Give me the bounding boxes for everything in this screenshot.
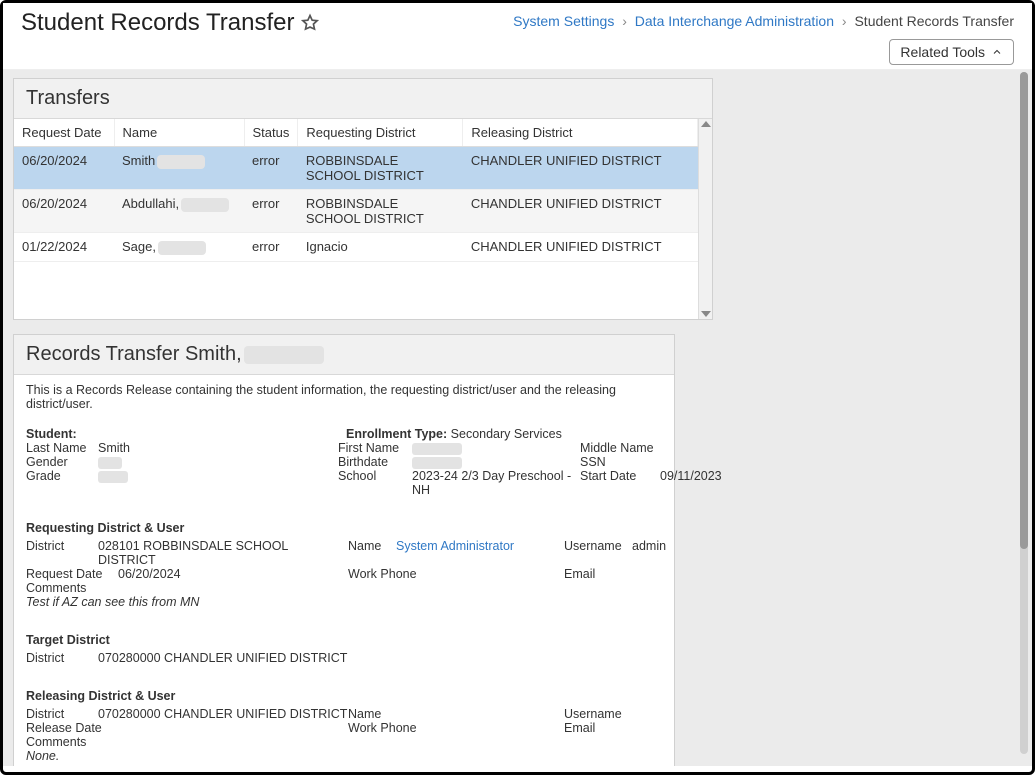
req-phone-label: Work Phone	[348, 567, 428, 581]
cell-requesting: Ignacio	[298, 233, 463, 262]
cell-date: 01/22/2024	[14, 233, 114, 262]
student-heading: Student:	[26, 427, 77, 441]
transfers-heading: Transfers	[14, 79, 712, 119]
req-date-label: Request Date	[26, 567, 118, 581]
cell-date: 06/20/2024	[14, 190, 114, 233]
cell-name: Abdullahi,	[114, 190, 244, 233]
req-username-label: Username	[564, 539, 632, 553]
last-name-label: Last Name	[26, 441, 98, 455]
requesting-section: Requesting District & User District 0281…	[14, 511, 674, 623]
breadcrumb: System Settings › Data Interchange Admin…	[513, 9, 1014, 29]
rel-email-label: Email	[564, 721, 632, 735]
table-row[interactable]: 06/20/2024 Abdullahi, error ROBBINSDALE …	[14, 190, 698, 233]
req-comments-value: Test if AZ can see this from MN	[26, 595, 662, 609]
rel-comments-label: Comments	[26, 735, 662, 749]
start-date-label: Start Date	[580, 469, 660, 483]
breadcrumb-current: Student Records Transfer	[854, 13, 1014, 29]
req-name-label: Name	[348, 539, 396, 553]
records-transfer-detail-panel: Records Transfer Smith, This is a Record…	[13, 334, 675, 766]
chevron-right-icon: ›	[622, 13, 627, 29]
birthdate-label: Birthdate	[338, 455, 412, 469]
rel-date-label: Release Date	[26, 721, 118, 735]
col-requesting-district[interactable]: Requesting District	[298, 119, 463, 147]
rel-district-value: 070280000 CHANDLER UNIFIED DISTRICT	[98, 707, 348, 721]
favorite-star-icon[interactable]	[300, 13, 320, 33]
cell-requesting: ROBBINSDALE SCHOOL DISTRICT	[298, 147, 463, 190]
scroll-up-icon[interactable]	[701, 121, 711, 127]
breadcrumb-link-data-interchange[interactable]: Data Interchange Administration	[635, 13, 834, 29]
related-tools-label: Related Tools	[900, 44, 985, 60]
cell-date: 06/20/2024	[14, 147, 114, 190]
cell-status: error	[244, 190, 298, 233]
student-section: Student: Enrollment Type: Secondary Serv…	[14, 423, 674, 511]
rel-username-label: Username	[564, 707, 632, 721]
scroll-down-icon[interactable]	[701, 311, 711, 317]
gender-value	[98, 455, 338, 469]
target-district-value: 070280000 CHANDLER UNIFIED DISTRICT	[98, 651, 498, 665]
detail-heading: Records Transfer Smith,	[14, 335, 674, 375]
col-name[interactable]: Name	[114, 119, 244, 147]
col-status[interactable]: Status	[244, 119, 298, 147]
cell-releasing: CHANDLER UNIFIED DISTRICT	[463, 233, 698, 262]
transfers-panel: Transfers Request Date Name Status Reque…	[13, 78, 713, 320]
related-tools-button[interactable]: Related Tools	[889, 39, 1014, 65]
target-district-label: District	[26, 651, 98, 665]
gender-label: Gender	[26, 455, 98, 469]
req-district-label: District	[26, 539, 98, 553]
target-section: Target District District 070280000 CHAND…	[14, 623, 674, 679]
req-district-value: 028101 ROBBINSDALE SCHOOL DISTRICT	[98, 539, 348, 567]
rel-district-label: District	[26, 707, 98, 721]
rel-name-label: Name	[348, 707, 396, 721]
cell-requesting: ROBBINSDALE SCHOOL DISTRICT	[298, 190, 463, 233]
rel-phone-label: Work Phone	[348, 721, 428, 735]
middle-name-label: Middle Name	[580, 441, 660, 455]
first-name-label: First Name	[338, 441, 412, 455]
req-username-value: admin	[632, 539, 692, 553]
last-name-value: Smith	[98, 441, 338, 455]
grade-label: Grade	[26, 469, 98, 483]
chevron-up-icon	[991, 46, 1003, 58]
page-title: Student Records Transfer	[21, 9, 294, 37]
target-heading: Target District	[26, 633, 662, 647]
releasing-heading: Releasing District & User	[26, 689, 662, 703]
grid-scrollbar[interactable]	[698, 119, 712, 319]
table-header-row: Request Date Name Status Requesting Dist…	[14, 119, 698, 147]
col-releasing-district[interactable]: Releasing District	[463, 119, 698, 147]
cell-status: error	[244, 233, 298, 262]
rel-comments-value: None.	[26, 749, 662, 763]
first-name-value	[412, 441, 580, 455]
cell-name: Sage,	[114, 233, 244, 262]
breadcrumb-link-system-settings[interactable]: System Settings	[513, 13, 614, 29]
releasing-section: Releasing District & User District 07028…	[14, 679, 674, 766]
birthdate-value	[412, 455, 580, 469]
school-label: School	[338, 469, 412, 483]
table-row[interactable]: 01/22/2024 Sage, error Ignacio CHANDLER …	[14, 233, 698, 262]
cell-releasing: CHANDLER UNIFIED DISTRICT	[463, 147, 698, 190]
cell-status: error	[244, 147, 298, 190]
detail-description: This is a Records Release containing the…	[14, 375, 674, 423]
enrollment-type-label: Enrollment Type:	[346, 427, 447, 441]
req-comments-label: Comments	[26, 581, 662, 595]
col-request-date[interactable]: Request Date	[14, 119, 114, 147]
req-date-value: 06/20/2024	[118, 567, 348, 581]
req-name-value[interactable]: System Administrator	[396, 539, 564, 553]
req-email-label: Email	[564, 567, 632, 581]
cell-name: Smith	[114, 147, 244, 190]
cell-releasing: CHANDLER UNIFIED DISTRICT	[463, 190, 698, 233]
school-value: 2023-24 2/3 Day Preschool - NH	[412, 469, 580, 497]
ssn-label: SSN	[580, 455, 660, 469]
chevron-right-icon: ›	[842, 13, 847, 29]
grade-value	[98, 469, 338, 483]
start-date-value: 09/11/2023	[660, 469, 750, 483]
requesting-heading: Requesting District & User	[26, 521, 662, 535]
enrollment-type-value: Secondary Services	[451, 427, 562, 441]
page-scrollbar[interactable]	[1020, 72, 1028, 754]
table-row[interactable]: 06/20/2024 Smith error ROBBINSDALE SCHOO…	[14, 147, 698, 190]
